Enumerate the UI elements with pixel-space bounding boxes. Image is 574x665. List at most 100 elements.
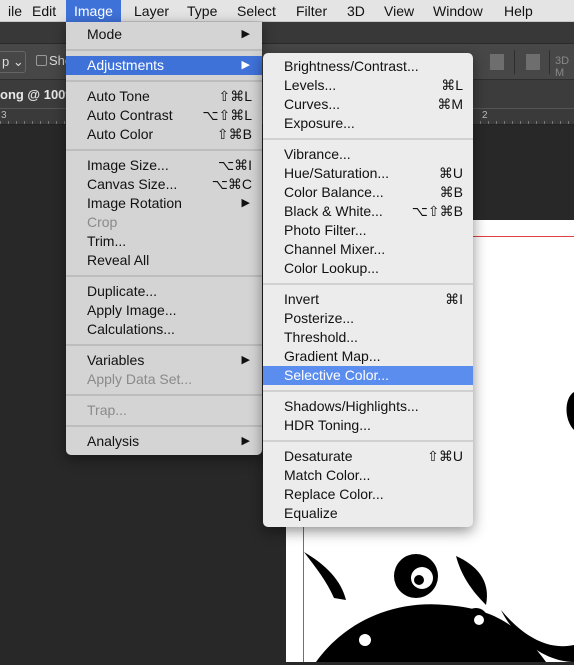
- menu-item-label: Desaturate: [284, 448, 353, 464]
- menu-item-shadows-highlights[interactable]: Shadows/Highlights...: [263, 397, 473, 416]
- menu-item-analysis[interactable]: Analysis ▶: [66, 432, 262, 451]
- menu-item-label: Calculations...: [87, 321, 175, 337]
- menu-item-variables[interactable]: Variables ▶: [66, 351, 262, 370]
- ruler-mark: 2: [482, 110, 488, 121]
- menu-item-auto-tone[interactable]: Auto Tone ⇧⌘L: [66, 87, 262, 106]
- menu-item-label: Levels...: [284, 77, 337, 93]
- menu-item-label: Threshold...: [284, 329, 358, 345]
- menu-select[interactable]: Select: [229, 0, 284, 22]
- menu-item-label: Replace Color...: [284, 486, 384, 502]
- menu-item-label: Vibrance...: [284, 146, 351, 162]
- menu-separator: [66, 44, 262, 56]
- menu-3d[interactable]: 3D: [339, 0, 373, 22]
- menu-item-replace-color[interactable]: Replace Color...: [263, 485, 473, 504]
- divider: [549, 50, 550, 74]
- menu-item-label: Trap...: [87, 402, 127, 418]
- menu-item-photo-filter[interactable]: Photo Filter...: [263, 221, 473, 240]
- menu-item-label: Black & White...: [284, 203, 383, 219]
- menu-bar: ile Edit Image Layer Type Select Filter 3D View W…: [0, 0, 574, 22]
- submenu-arrow-icon: ▶: [241, 59, 250, 71]
- 3d-mode-label[interactable]: 3D M: [555, 55, 574, 79]
- menu-item-label: Posterize...: [284, 310, 355, 326]
- menu-item-label: Image Rotation: [87, 195, 182, 211]
- menu-edit[interactable]: Edit: [24, 0, 64, 22]
- menu-item-image-rotation[interactable]: Image Rotation ▶: [66, 194, 262, 213]
- menu-item-trim[interactable]: Trim...: [66, 232, 262, 251]
- menu-item-posterize[interactable]: Posterize...: [263, 309, 473, 328]
- menu-separator: [66, 339, 262, 351]
- menu-item-adjustments[interactable]: Adjustments ▶: [66, 56, 262, 75]
- menu-item-label: Photo Filter...: [284, 222, 367, 238]
- menu-item-desaturate[interactable]: Desaturate ⇧⌘U: [263, 447, 473, 466]
- menu-item-mode[interactable]: Mode ▶: [66, 25, 262, 44]
- tool-preset-dropdown[interactable]: p ⌄: [0, 51, 26, 73]
- menu-layer[interactable]: Layer: [126, 0, 177, 22]
- menu-separator: [263, 133, 473, 145]
- shortcut-label: ⇧⌘B: [216, 126, 252, 142]
- menu-item-auto-contrast[interactable]: Auto Contrast ⌥⇧⌘L: [66, 106, 262, 125]
- menu-item-exposure[interactable]: Exposure...: [263, 114, 473, 133]
- divider: [514, 50, 515, 74]
- menu-window[interactable]: Window: [425, 0, 491, 22]
- menu-view[interactable]: View: [376, 0, 422, 22]
- menu-item-label: Equalize: [284, 505, 338, 521]
- menu-item-apply-image[interactable]: Apply Image...: [66, 301, 262, 320]
- adjustments-submenu: Brightness/Contrast... Levels... ⌘L Curves.…: [263, 53, 473, 527]
- menu-item-label: Canvas Size...: [87, 176, 178, 192]
- menu-item-selective-color[interactable]: Selective Color...: [263, 366, 473, 385]
- menu-item-trap: Trap...: [66, 401, 262, 420]
- menu-item-threshold[interactable]: Threshold...: [263, 328, 473, 347]
- menu-item-duplicate[interactable]: Duplicate...: [66, 282, 262, 301]
- menu-separator: [263, 385, 473, 397]
- image-menu: Mode ▶ Adjustments ▶ Auto Tone ⇧⌘L Auto Contra…: [66, 22, 262, 455]
- menu-item-levels[interactable]: Levels... ⌘L: [263, 76, 473, 95]
- shortcut-label: ⌘I: [445, 291, 463, 307]
- menu-item-color-lookup[interactable]: Color Lookup...: [263, 259, 473, 278]
- menu-item-label: Hue/Saturation...: [284, 165, 390, 181]
- menu-item-gradient-map[interactable]: Gradient Map...: [263, 347, 473, 366]
- menu-separator: [66, 144, 262, 156]
- menu-item-calculations[interactable]: Calculations...: [66, 320, 262, 339]
- menu-item-label: Color Balance...: [284, 184, 384, 200]
- menu-item-apply-data-set: Apply Data Set...: [66, 370, 262, 389]
- menu-filter[interactable]: Filter: [288, 0, 335, 22]
- shortcut-label: ⌥⇧⌘B: [411, 203, 463, 219]
- menu-help[interactable]: Help: [496, 0, 541, 22]
- menu-item-label: Exposure...: [284, 115, 355, 131]
- menu-item-hdr-toning[interactable]: HDR Toning...: [263, 416, 473, 435]
- menu-item-match-color[interactable]: Match Color...: [263, 466, 473, 485]
- show-checkbox[interactable]: [36, 55, 47, 66]
- menu-item-label: Channel Mixer...: [284, 241, 386, 257]
- menu-item-canvas-size[interactable]: Canvas Size... ⌥⌘C: [66, 175, 262, 194]
- menu-item-image-size[interactable]: Image Size... ⌥⌘I: [66, 156, 262, 175]
- shortcut-label: ⌥⇧⌘L: [202, 107, 252, 123]
- menu-item-label: Analysis: [87, 433, 140, 449]
- menu-item-brightness-contrast[interactable]: Brightness/Contrast...: [263, 57, 473, 76]
- menu-separator: [66, 420, 262, 432]
- align-icon[interactable]: [490, 54, 504, 70]
- menu-item-label: Shadows/Highlights...: [284, 398, 419, 414]
- menu-item-color-balance[interactable]: Color Balance... ⌘B: [263, 183, 473, 202]
- menu-type[interactable]: Type: [179, 0, 225, 22]
- menu-separator: [263, 278, 473, 290]
- menu-item-label: Auto Color: [87, 126, 154, 142]
- distribute-icon[interactable]: [526, 54, 540, 70]
- menu-item-vibrance[interactable]: Vibrance...: [263, 145, 473, 164]
- menu-item-label: Gradient Map...: [284, 348, 381, 364]
- menu-item-channel-mixer[interactable]: Channel Mixer...: [263, 240, 473, 259]
- menu-item-crop: Crop: [66, 213, 262, 232]
- menu-item-curves[interactable]: Curves... ⌘M: [263, 95, 473, 114]
- shortcut-label: ⌥⌘I: [217, 157, 252, 173]
- menu-item-invert[interactable]: Invert ⌘I: [263, 290, 473, 309]
- shortcut-label: ⌥⌘C: [211, 176, 252, 192]
- menu-item-label: Match Color...: [284, 467, 371, 483]
- menu-image[interactable]: Image: [66, 0, 121, 22]
- menu-item-auto-color[interactable]: Auto Color ⇧⌘B: [66, 125, 262, 144]
- menu-item-reveal-all[interactable]: Reveal All: [66, 251, 262, 270]
- menu-item-black-white[interactable]: Black & White... ⌥⇧⌘B: [263, 202, 473, 221]
- menu-item-label: Crop: [87, 214, 118, 230]
- submenu-arrow-icon: ▶: [241, 354, 250, 366]
- menu-item-equalize[interactable]: Equalize: [263, 504, 473, 523]
- menu-item-label: Adjustments: [87, 57, 165, 73]
- menu-item-hue-saturation[interactable]: Hue/Saturation... ⌘U: [263, 164, 473, 183]
